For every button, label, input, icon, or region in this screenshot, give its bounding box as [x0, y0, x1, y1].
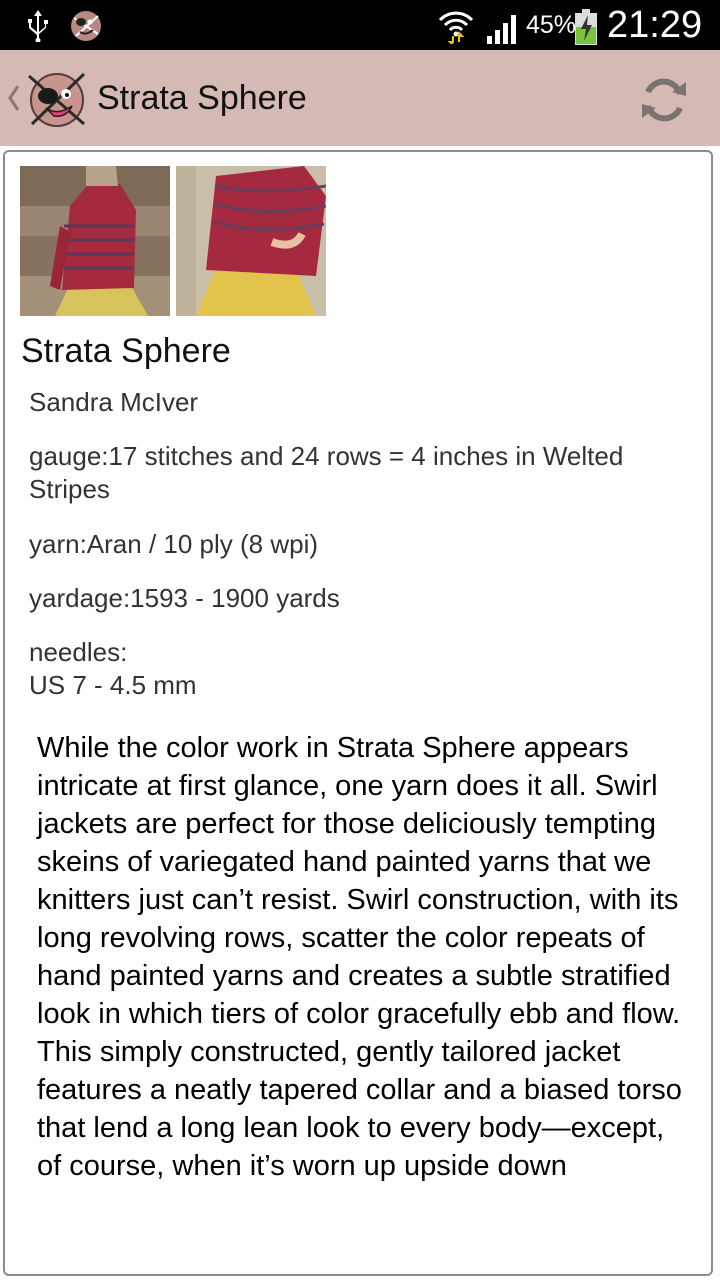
app-logo-icon[interactable]	[26, 68, 88, 130]
pattern-photo-2[interactable]	[176, 166, 326, 316]
action-bar: Strata Sphere	[0, 50, 720, 146]
sweater-front-photo	[20, 166, 170, 316]
wifi-icon	[438, 11, 474, 44]
action-bar-title: Strata Sphere	[97, 79, 307, 117]
pattern-yarn: yarn:Aran / 10 ply (8 wpi)	[29, 529, 319, 559]
back-chevron-icon[interactable]	[6, 83, 22, 113]
pattern-yardage: yardage:1593 - 1900 yards	[29, 583, 340, 613]
pattern-description: While the color work in Strata Sphere ap…	[37, 732, 682, 1182]
sweater-back-photo	[176, 166, 326, 316]
pattern-needles-label: needles:	[29, 637, 128, 667]
refresh-icon[interactable]	[636, 72, 692, 128]
pattern-designer: Sandra McIver	[29, 387, 199, 417]
pattern-photo-1[interactable]	[20, 166, 170, 316]
app-notification-icon	[71, 11, 101, 41]
signal-icon	[487, 15, 516, 44]
pattern-gauge: gauge:17 stitches and 24 rows = 4 inches…	[29, 441, 624, 504]
pattern-detail-card: Strata Sphere Sandra McIver gauge:17 sti…	[3, 150, 713, 1276]
pattern-title: Strata Sphere	[21, 332, 231, 370]
usb-icon	[28, 10, 48, 42]
pattern-needles-value: US 7 - 4.5 mm	[29, 670, 197, 700]
battery-percent: 45%	[526, 11, 577, 39]
clock: 21:29	[607, 4, 703, 46]
battery-charging-icon	[575, 9, 597, 45]
status-bar: 45% 21:29	[0, 0, 720, 50]
